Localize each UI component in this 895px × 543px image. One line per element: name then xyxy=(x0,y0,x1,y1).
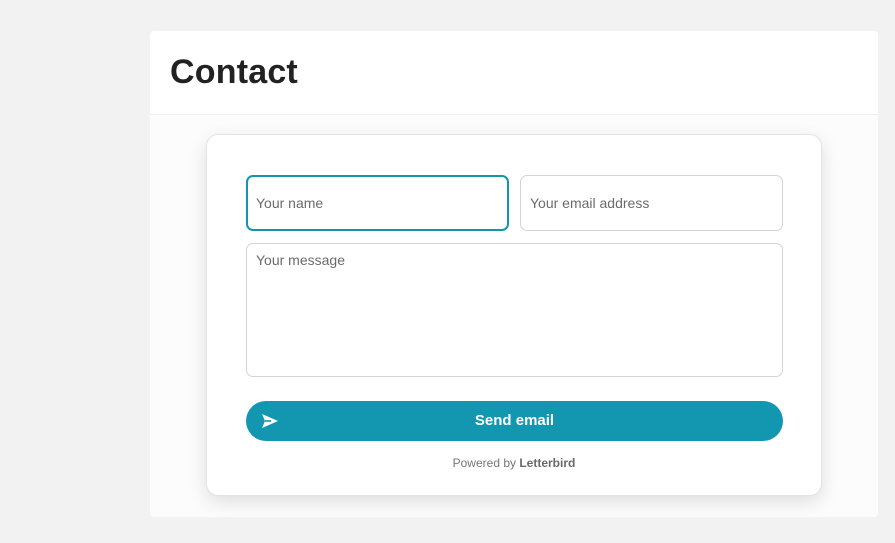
email-input[interactable] xyxy=(520,175,783,231)
page-header: Contact xyxy=(150,31,878,115)
powered-by-brand-link[interactable]: Letterbird xyxy=(519,456,575,470)
name-input[interactable] xyxy=(246,175,509,231)
contact-form: Send email Powered by Letterbird xyxy=(206,134,822,496)
message-textarea[interactable] xyxy=(246,243,783,377)
powered-by: Powered by Letterbird xyxy=(207,456,821,470)
page-title: Contact xyxy=(170,53,298,91)
send-email-label: Send email xyxy=(474,412,555,429)
powered-by-prefix: Powered by xyxy=(452,456,516,470)
paper-plane-icon xyxy=(262,414,278,428)
send-email-button[interactable]: Send email xyxy=(246,401,783,441)
